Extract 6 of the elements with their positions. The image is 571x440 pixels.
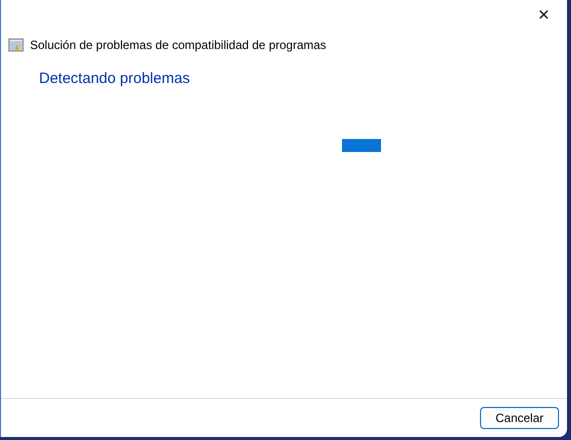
progress-indicator bbox=[342, 139, 381, 152]
heading: Detectando problemas bbox=[39, 70, 191, 87]
troubleshooter-icon bbox=[8, 37, 24, 53]
window-title: Solución de problemas de compatibilidad de programas bbox=[30, 38, 326, 52]
close-button[interactable]: ✕ bbox=[521, 0, 567, 30]
cancel-button[interactable]: Cancelar bbox=[480, 407, 559, 429]
